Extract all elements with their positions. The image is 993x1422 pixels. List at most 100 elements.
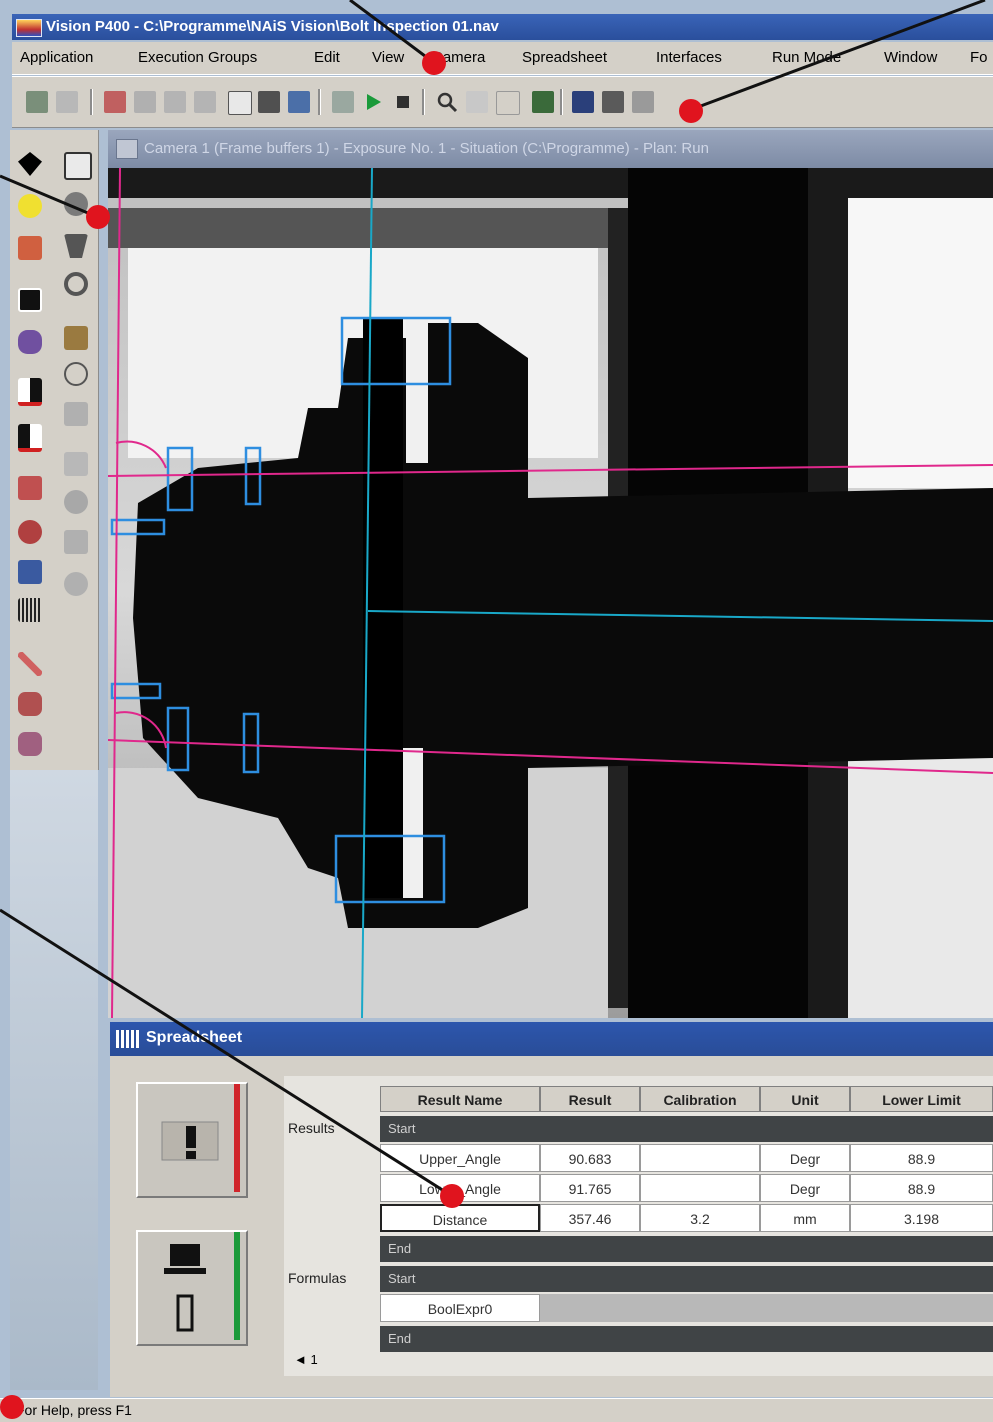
line-tool-icon[interactable]	[18, 652, 42, 676]
spreadsheet-title: Spreadsheet	[146, 1029, 243, 1046]
cell-name[interactable]: BoolExpr0	[380, 1294, 540, 1322]
source-icon[interactable]	[18, 236, 42, 260]
cell-calibration[interactable]: 3.2	[640, 1204, 760, 1232]
play-icon[interactable]	[362, 91, 384, 113]
rotate-tool-icon[interactable]	[64, 362, 88, 386]
barcode-tool-icon[interactable]	[18, 598, 42, 622]
record-icon[interactable]	[104, 91, 126, 113]
callout-dot	[440, 1184, 464, 1208]
menu-application[interactable]: Application	[20, 49, 93, 66]
menu-view[interactable]: View	[372, 49, 404, 66]
chart-tool-icon[interactable]	[18, 560, 42, 584]
camera-settings-icon[interactable]	[288, 91, 310, 113]
layout-columns-icon[interactable]	[632, 91, 654, 113]
menu-edit[interactable]: Edit	[314, 49, 340, 66]
image-window-caption: Camera 1 (Frame buffers 1) - Exposure No…	[108, 130, 993, 168]
image-window[interactable]: Camera 1 (Frame buffers 1) - Exposure No…	[108, 130, 993, 1018]
alarm-button[interactable]	[136, 1082, 248, 1198]
menu-run-mode[interactable]: Run Mode	[772, 49, 841, 66]
toolbar-separator	[560, 89, 563, 115]
edge-inverse-tool-icon[interactable]	[18, 424, 42, 452]
cell-result[interactable]: 90.683	[540, 1144, 640, 1172]
trapezoid-tool-icon[interactable]	[64, 234, 88, 258]
cell-unit[interactable]: Degr	[760, 1174, 850, 1202]
cell-lower-limit[interactable]: 3.198	[850, 1204, 993, 1232]
formulas-section-label: Formulas	[288, 1270, 347, 1286]
angle-tool-icon[interactable]	[18, 732, 42, 756]
wrench-tool-icon[interactable]	[64, 402, 88, 426]
menu-execution-groups[interactable]: Execution Groups	[138, 49, 257, 66]
rectangle-tool-icon[interactable]	[64, 152, 92, 180]
camera-image[interactable]	[108, 168, 993, 1018]
col-result-name[interactable]: Result Name	[380, 1086, 540, 1112]
ring-tool-icon[interactable]	[64, 272, 88, 296]
col-unit[interactable]: Unit	[760, 1086, 850, 1112]
menu-window[interactable]: Window	[884, 49, 937, 66]
callout-dot	[0, 1395, 24, 1419]
window-tool-icon[interactable]	[18, 288, 42, 312]
shield-icon[interactable]	[18, 152, 42, 176]
edge-tool-icon[interactable]	[18, 378, 42, 406]
col-calibration[interactable]: Calibration	[640, 1086, 760, 1112]
cell-name[interactable]: Upper_Angle	[380, 1144, 540, 1172]
stop-icon[interactable]	[392, 91, 414, 113]
toolbar-separator	[422, 89, 425, 115]
gauge-tool-icon[interactable]	[64, 572, 88, 596]
paste-icon[interactable]	[194, 91, 216, 113]
execute-icon[interactable]	[26, 91, 48, 113]
blob-tool-icon[interactable]	[18, 330, 42, 354]
cell-lower-limit[interactable]: 88.9	[850, 1144, 993, 1172]
spreadsheet-window[interactable]: Spreadsheet Result Name Result Calibrati…	[110, 1022, 993, 1397]
app-icon	[16, 19, 42, 37]
zoom-icon[interactable]	[436, 91, 458, 113]
table-row[interactable]: BoolExpr0	[380, 1294, 993, 1322]
image-icon[interactable]	[532, 91, 554, 113]
status-text: For Help, press F1	[16, 1402, 132, 1418]
grid-icon[interactable]	[134, 91, 156, 113]
toolbar-separator	[318, 89, 321, 115]
cell-unit[interactable]: mm	[760, 1204, 850, 1232]
cell-result[interactable]: 91.765	[540, 1174, 640, 1202]
step-icon[interactable]	[56, 91, 78, 113]
folder-tool-icon[interactable]	[64, 326, 88, 350]
formulas-end-bar: End	[380, 1326, 993, 1352]
snapshot-icon[interactable]	[258, 91, 280, 113]
menu-format[interactable]: Fo	[970, 49, 988, 66]
col-result[interactable]: Result	[540, 1086, 640, 1112]
menu-spreadsheet[interactable]: Spreadsheet	[522, 49, 607, 66]
spreadsheet-icon	[116, 1030, 140, 1048]
results-start-bar: Start	[380, 1116, 993, 1142]
calibration-tool-icon[interactable]	[64, 490, 88, 514]
cell-result[interactable]: 357.46	[540, 1204, 640, 1232]
table-row[interactable]: Lower_Angle 91.765 Degr 88.9	[380, 1174, 993, 1202]
tool-palette	[10, 130, 99, 770]
circle-tool-icon[interactable]	[64, 192, 88, 216]
callout-dot	[422, 51, 446, 75]
sheet-scroll-indicator[interactable]: ◄ 1	[294, 1352, 318, 1367]
layout-icon[interactable]	[572, 91, 594, 113]
camera-icon[interactable]	[228, 91, 252, 115]
toolbar-separator	[90, 89, 93, 115]
cell-calibration[interactable]	[640, 1144, 760, 1172]
intersect-tool-icon[interactable]	[18, 692, 42, 716]
measure-tool-icon[interactable]	[64, 530, 88, 554]
cell-unit[interactable]: Degr	[760, 1144, 850, 1172]
histogram-tool-icon[interactable]	[18, 476, 42, 500]
pause-icon[interactable]	[332, 91, 354, 113]
link-icon[interactable]	[496, 91, 520, 115]
tools-icon[interactable]	[466, 91, 488, 113]
light-icon[interactable]	[18, 194, 42, 218]
target-tool-icon[interactable]	[18, 520, 42, 544]
cell-lower-limit[interactable]: 88.9	[850, 1174, 993, 1202]
output-button[interactable]	[136, 1230, 248, 1346]
table-row[interactable]: Distance 357.46 3.2 mm 3.198	[380, 1204, 993, 1232]
filter-tool-icon[interactable]	[64, 452, 88, 476]
cell-name[interactable]: Distance	[380, 1204, 540, 1232]
table-row[interactable]: Upper_Angle 90.683 Degr 88.9	[380, 1144, 993, 1172]
menu-interfaces[interactable]: Interfaces	[656, 49, 722, 66]
cell-calibration[interactable]	[640, 1174, 760, 1202]
copy-icon[interactable]	[164, 91, 186, 113]
results-grid[interactable]: Result Name Result Calibration Unit Lowe…	[284, 1076, 993, 1376]
col-lower-limit[interactable]: Lower Limit	[850, 1086, 993, 1112]
layout-split-icon[interactable]	[602, 91, 624, 113]
